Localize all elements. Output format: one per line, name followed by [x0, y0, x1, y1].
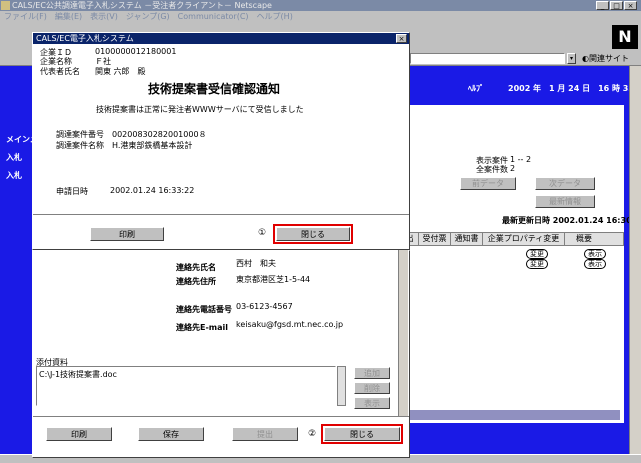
contact-name-label: 連絡先氏名 [176, 263, 216, 272]
total-count-label: 全案件数 [476, 165, 508, 174]
attachment-file[interactable]: C:\J-1技術提案書.doc [39, 369, 117, 380]
next-data-button[interactable]: 次データ [535, 177, 595, 190]
contact-email-label: 連絡先E-mail [176, 323, 229, 332]
form-print-button[interactable]: 印刷 [46, 427, 112, 441]
contact-tel-label: 連絡先電話番号 [176, 305, 232, 314]
netscape-logo: N [612, 25, 638, 49]
page-scrollbar[interactable] [629, 66, 641, 454]
dialog-message: 技術提案書は正常に発注者WWWサーバにて受信しました [96, 105, 304, 114]
form-scrollbar[interactable] [398, 250, 408, 416]
dialog-title: CALS/EC電子入札システム [36, 34, 134, 43]
last-updated: 最新更新日時 2002.01.24 16:30 [502, 216, 632, 225]
form-submit-button[interactable]: 提出 [232, 427, 298, 441]
form-close-button[interactable]: 閉じる [321, 424, 403, 444]
dialog-close-button[interactable]: 閉じる [273, 224, 353, 244]
marker-2: ② [308, 429, 317, 439]
help-link[interactable]: ﾍﾙﾌﾟ [468, 83, 484, 94]
representative-label: 代表者氏名 [40, 67, 80, 76]
main-window-title: CALS/EC公共調達電子入札システム －受注者クライアント－ Netscape [12, 1, 272, 10]
menu-help[interactable]: ヘルプ(H) [257, 11, 293, 22]
submitted-label: 申請日時 [56, 187, 88, 196]
display-button[interactable]: 表示 [584, 259, 606, 269]
col-summary: 概要 [576, 234, 592, 243]
marker-1: ① [258, 228, 267, 238]
case-number: 00200830282001000８ [112, 130, 207, 139]
menu-view[interactable]: 表示(V) [90, 11, 118, 22]
col-receipt: 受付票 [419, 233, 451, 245]
submitted-datetime: 2002.01.24 16:33:22 [110, 186, 195, 195]
contact-name: 西村 和夫 [236, 259, 276, 268]
close-window-button[interactable]: × [624, 1, 637, 10]
related-sites[interactable]: ◐関連サイト [582, 53, 629, 64]
attachments-scrollbar[interactable] [337, 366, 346, 406]
menu-communicator[interactable]: Communicator(C) [178, 11, 249, 22]
app-icon [1, 1, 10, 10]
location-dropdown[interactable]: ▾ [567, 53, 576, 64]
menu-bar: ファイル(F) 編集(E) 表示(V) ジャンプ(G) Communicator… [0, 11, 641, 22]
dialog-close-x-button[interactable]: × [396, 34, 407, 43]
dialog-title-bar: CALS/EC電子入札システム [33, 33, 409, 44]
sidebar-item-bid1[interactable]: 入札 [6, 152, 22, 163]
contact-address-label: 連絡先住所 [176, 277, 216, 286]
total-count: 2 [510, 164, 516, 173]
latest-info-button[interactable]: 最新情報 [535, 195, 595, 208]
location-bar[interactable] [410, 53, 565, 64]
add-attachment-button[interactable]: 追加 [354, 367, 390, 379]
table-header: 出 受付票 通知書 企業プロパティ変更 概要 [400, 232, 624, 246]
contact-email: keisaku@fgsd.mt.nec.co.jp [236, 320, 344, 329]
minimize-button[interactable]: _ [596, 1, 609, 10]
change-button[interactable]: 変更 [526, 259, 548, 269]
menu-go[interactable]: ジャンプ(G) [126, 11, 170, 22]
form-save-button[interactable]: 保存 [138, 427, 204, 441]
display-count: 1 -- 2 [510, 155, 532, 164]
sidebar-item-bid2[interactable]: 入札 [6, 170, 22, 181]
header-datetime: 2002 年 1 月 24 日 16 時 33 分 [508, 84, 641, 93]
representative: 関東 六郎 殿 [95, 67, 146, 76]
window-controls: _ □ × [596, 1, 640, 10]
contact-address: 東京都港区芝1-5-44 [236, 275, 311, 284]
table-scrollbar[interactable] [404, 410, 620, 420]
dialog-heading: 技術提案書受信確認通知 [148, 82, 281, 96]
case-name-label: 調達案件名称 [56, 141, 104, 150]
show-attachment-button[interactable]: 表示 [354, 397, 390, 409]
change-button[interactable]: 変更 [526, 249, 548, 259]
case-number-label: 調達案件番号 [56, 130, 104, 139]
company-id: 0100000012180001 [95, 47, 177, 56]
col-notice: 通知書 [451, 233, 483, 245]
attachments-list[interactable]: C:\J-1技術提案書.doc [36, 366, 336, 406]
contact-tel: 03-6123-4567 [236, 302, 293, 311]
delete-attachment-button[interactable]: 削除 [354, 382, 390, 394]
prev-data-button[interactable]: 前データ [460, 177, 516, 190]
menu-file[interactable]: ファイル(F) [4, 11, 47, 22]
menu-edit[interactable]: 編集(E) [55, 11, 82, 22]
main-window-title-bar: CALS/EC公共調達電子入札システム －受注者クライアント－ Netscape [0, 0, 641, 11]
display-button[interactable]: 表示 [584, 249, 606, 259]
dialog-print-button[interactable]: 印刷 [90, 227, 164, 241]
related-sites-icon: ◐ [582, 54, 589, 63]
maximize-button[interactable]: □ [610, 1, 623, 10]
col-property: 企業プロパティ変更 [483, 233, 565, 245]
case-name: H.港東部鉄橋基本設計 [112, 141, 193, 150]
